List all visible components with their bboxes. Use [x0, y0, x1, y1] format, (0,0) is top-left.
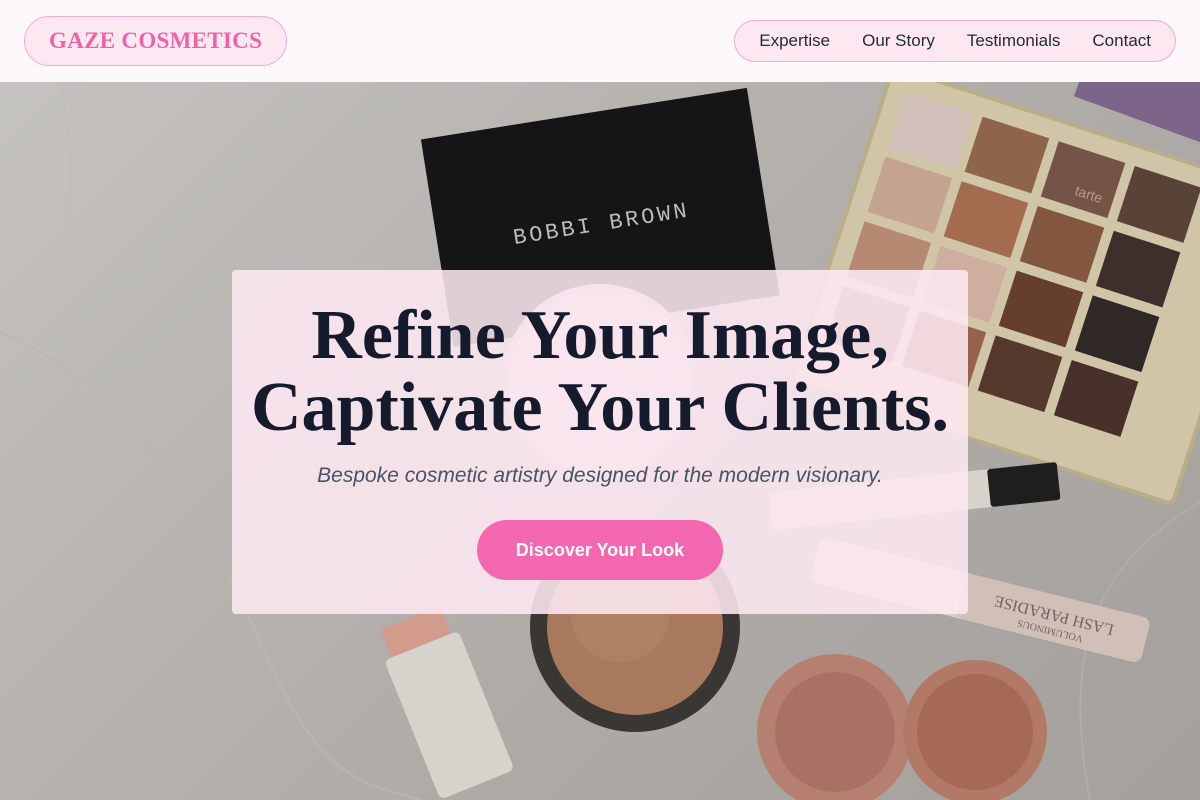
nav-item-testimonials[interactable]: Testimonials — [951, 31, 1077, 51]
discover-look-button[interactable]: Discover Your Look — [477, 520, 723, 580]
hero-card: Refine Your Image, Captivate Your Client… — [232, 270, 968, 614]
nav-item-our-story[interactable]: Our Story — [846, 31, 951, 51]
headline-line-1: Refine Your Image, — [311, 297, 889, 374]
hero-headline: Refine Your Image, Captivate Your Client… — [251, 300, 949, 444]
brand-logo[interactable]: GAZE COSMETICS — [24, 16, 288, 66]
main-nav: Expertise Our Story Testimonials Contact — [734, 20, 1176, 62]
hero-subtitle: Bespoke cosmetic artistry designed for t… — [317, 464, 883, 487]
headline-line-2: Captivate Your Clients. — [250, 369, 950, 446]
hero-section: BOBBI BROWN tarte LASH PARADISE VOLUMINO… — [0, 82, 1200, 800]
site-header: GAZE COSMETICS Expertise Our Story Testi… — [0, 0, 1200, 82]
nav-item-contact[interactable]: Contact — [1076, 31, 1167, 51]
nav-item-expertise[interactable]: Expertise — [743, 31, 846, 51]
